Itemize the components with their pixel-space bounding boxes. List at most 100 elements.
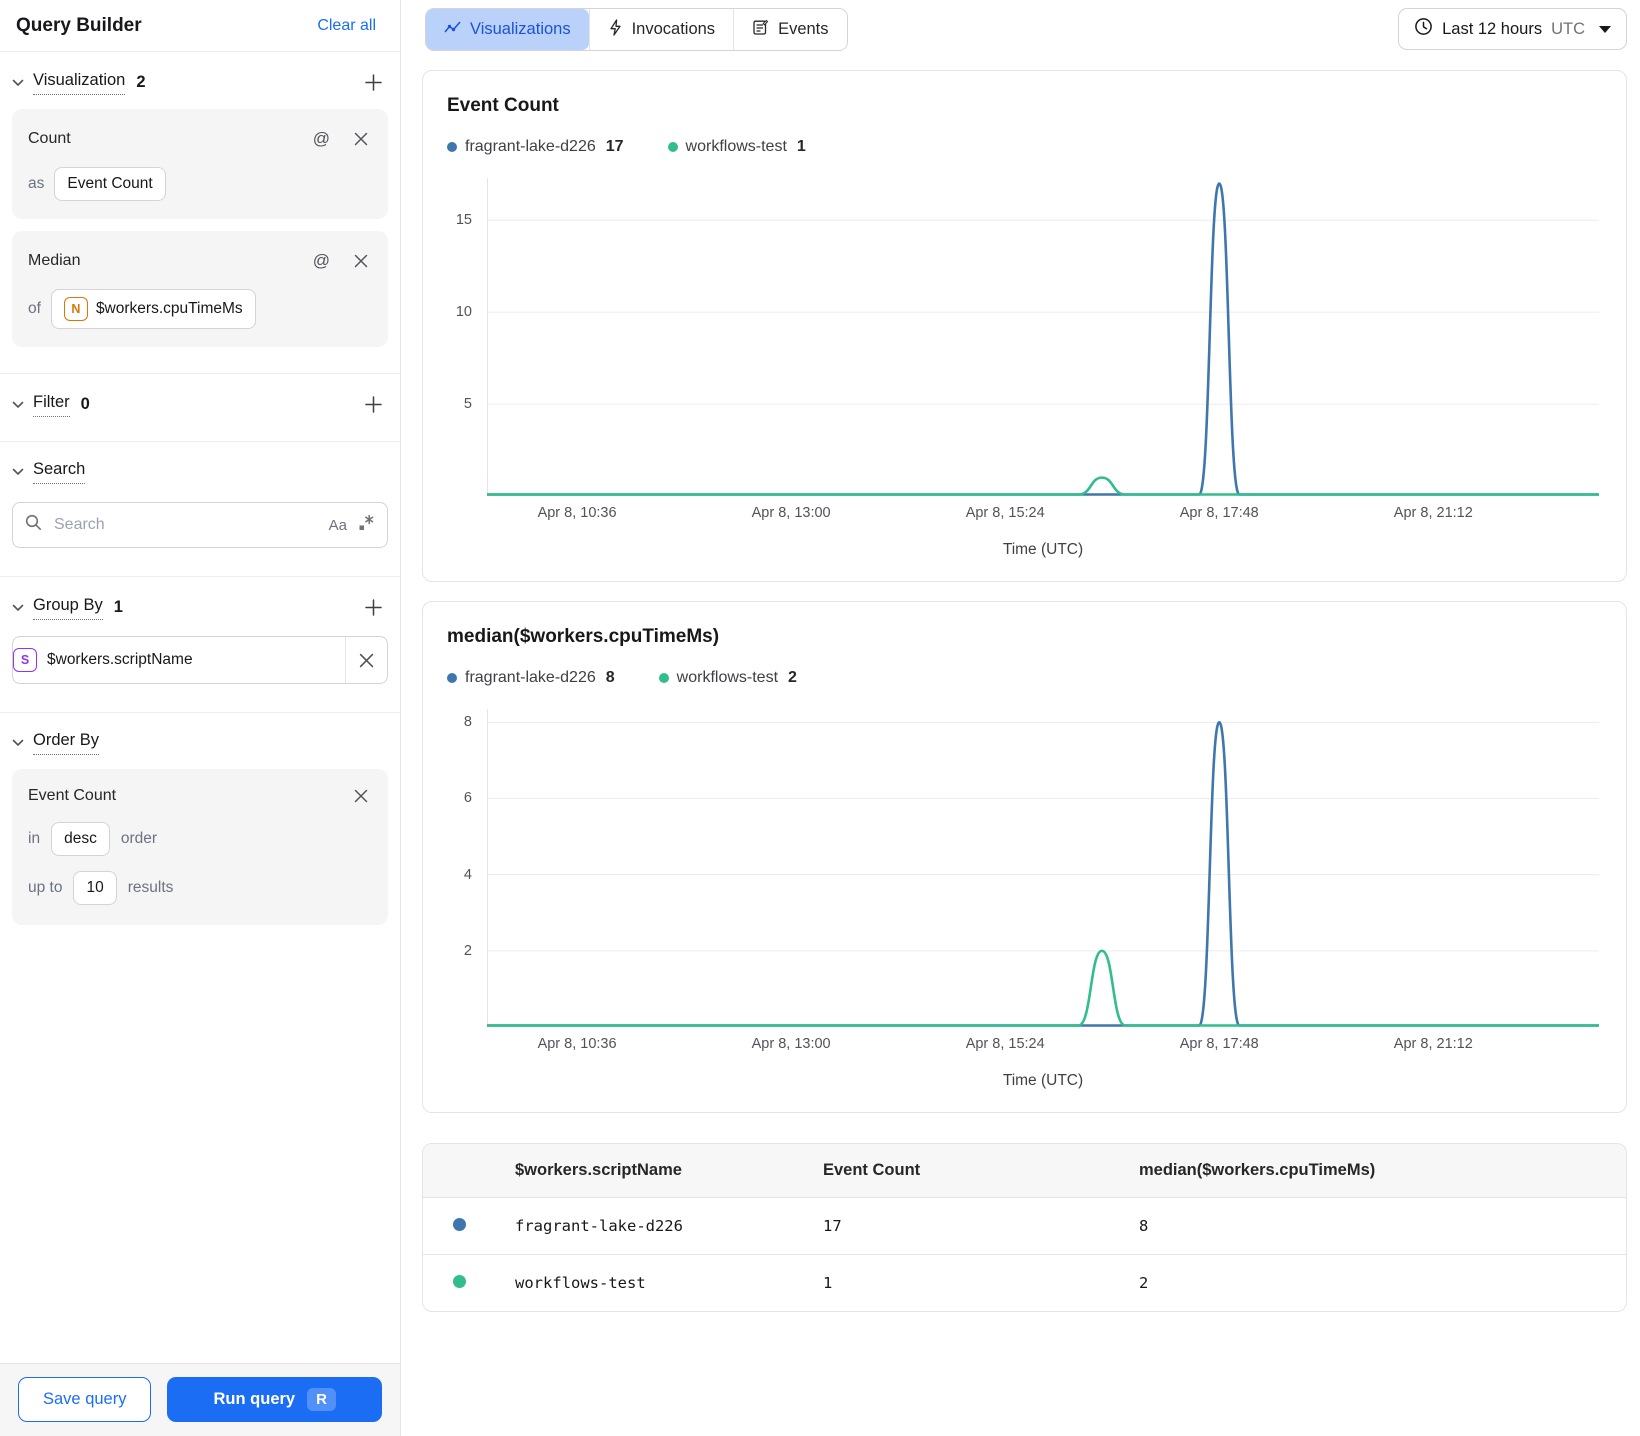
tab-visualizations[interactable]: Visualizations [426,9,589,50]
x-axis: Apr 8, 10:36 Apr 8, 13:00 Apr 8, 15:24 Apr … [537,1036,1473,1052]
number-type-icon: N [63,297,88,321]
add-visualization-button[interactable] [361,70,386,95]
plot-area[interactable] [487,178,1599,496]
in-label: in [28,830,41,847]
clear-all-button[interactable]: Clear all [311,16,382,36]
table-row[interactable]: workflows-test 1 2 [423,1254,1626,1311]
query-builder-sidebar: Query Builder Clear all Visualization 2 … [0,0,401,1436]
series-total: 1 [796,138,806,155]
series-dot [447,673,457,683]
series-name: fragrant-lake-d226 [465,669,596,686]
regex-icon[interactable] [357,514,375,537]
sidebar-footer: Save query Run query R [0,1363,400,1436]
search-section: Search Aa [0,442,400,576]
chart-title: median($workers.cpuTimeMs) [447,626,720,647]
close-icon[interactable] [350,128,372,150]
column-header: Event Count [823,1161,921,1179]
x-axis-title: Time (UTC) [1002,1072,1084,1089]
main-content: Visualizations Invocations Events Last 1… [401,0,1640,1436]
filter-count: 0 [80,395,90,413]
tab-label: Visualizations [470,20,571,38]
group-by-field-label: $workers.scriptName [47,651,193,668]
legend-item[interactable]: workflows-test 2 [658,669,797,687]
mention-icon[interactable]: @ [309,247,334,275]
add-group-by-button[interactable] [361,595,386,620]
chevron-down-icon[interactable] [12,739,24,747]
event-count-chart-card: Event Count fragrant-lake-d226 17 workfl… [422,70,1627,582]
series-name: fragrant-lake-d226 [465,138,596,155]
tab-events[interactable]: Events [733,9,847,50]
group-by-field[interactable]: S $workers.scriptName [12,636,388,684]
series-total: 8 [605,669,615,686]
save-query-button[interactable]: Save query [18,1377,152,1422]
chart-body: 2468 [447,709,1599,1027]
time-range-label: Last 12 hours [1442,19,1543,38]
run-query-button[interactable]: Run query R [167,1377,382,1422]
chart-body: 5 10 15 [447,178,1599,496]
median-aggregation-card: Median @ of N $workers.cpuTimeMs [12,231,388,347]
keyboard-shortcut-badge: R [307,1388,336,1411]
add-filter-button[interactable] [361,392,386,417]
chevron-down-icon[interactable] [12,401,24,409]
tab-invocations[interactable]: Invocations [588,9,734,50]
aggregation-title: Count [28,130,71,147]
table-row[interactable]: fragrant-lake-d226 17 8 [423,1197,1626,1255]
median-cputime-chart-card: median($workers.cpuTimeMs) fragrant-lake… [422,601,1627,1113]
remove-group-by-icon[interactable] [346,653,387,668]
caret-down-icon [1599,25,1611,33]
order-by-field: Event Count [28,787,117,804]
column-header: median($workers.cpuTimeMs) [1139,1161,1376,1179]
string-type-icon: S [13,648,37,672]
chart-legend: fragrant-lake-d226 17 workflows-test 1 [447,138,1599,156]
y-axis: 2468 [463,714,472,959]
legend-item[interactable]: fragrant-lake-d226 17 [447,138,624,156]
results-table: $workers.scriptName Event Count median($… [423,1144,1626,1311]
filter-label: Filter [33,393,70,417]
mention-icon[interactable]: @ [309,125,334,153]
chevron-down-icon[interactable] [12,604,24,612]
series-total: 17 [605,138,624,155]
series-name: workflows-test [685,138,787,155]
alias-chip[interactable]: Event Count [54,167,166,201]
group-by-count: 1 [113,598,123,616]
series-total: 2 [788,669,797,686]
limit-chip[interactable]: 10 [73,871,117,905]
time-range-dropdown[interactable]: Last 12 hours UTC [1398,8,1627,50]
search-label: Search [33,460,86,484]
search-input[interactable] [52,515,319,535]
chevron-down-icon[interactable] [12,79,24,87]
group-by-label: Group By [33,596,103,620]
match-case-icon[interactable]: Aa [329,517,347,534]
series-dot [658,673,669,683]
visualization-label: Visualization [33,71,126,95]
close-icon[interactable] [350,250,372,272]
lightning-icon [608,18,623,41]
field-chip-label: $workers.cpuTimeMs [95,300,243,317]
close-icon[interactable] [350,785,372,807]
direction-chip[interactable]: desc [51,822,110,856]
sidebar-header: Query Builder Clear all [0,0,400,52]
field-chip[interactable]: N $workers.cpuTimeMs [50,289,256,329]
chart-legend: fragrant-lake-d226 8 workflows-test 2 [447,669,1599,687]
legend-item[interactable]: fragrant-lake-d226 8 [447,669,615,687]
series-name: workflows-test [676,669,779,686]
chart-title: Event Count [447,95,559,116]
results-label: results [127,879,174,896]
timezone-label: UTC [1551,19,1585,38]
chevron-down-icon[interactable] [12,468,24,476]
event-log-icon [752,19,769,41]
legend-item[interactable]: workflows-test 1 [667,138,806,156]
order-by-section: Order By Event Count in desc order up to… [0,713,400,951]
run-query-label: Run query [213,1390,296,1408]
plot-area[interactable] [487,709,1599,1027]
topbar: Visualizations Invocations Events Last 1… [401,0,1640,51]
visualization-section: Visualization 2 Count @ as Event Count M… [0,52,400,373]
x-axis-title: Time (UTC) [1002,541,1084,558]
series-dot [453,1218,466,1231]
series-dot [453,1275,466,1288]
page-title: Query Builder [16,15,142,36]
y-axis: 5 10 15 [455,212,472,413]
dot-column-header [423,1144,505,1198]
column-header: $workers.scriptName [515,1161,682,1179]
order-label: order [120,830,158,847]
